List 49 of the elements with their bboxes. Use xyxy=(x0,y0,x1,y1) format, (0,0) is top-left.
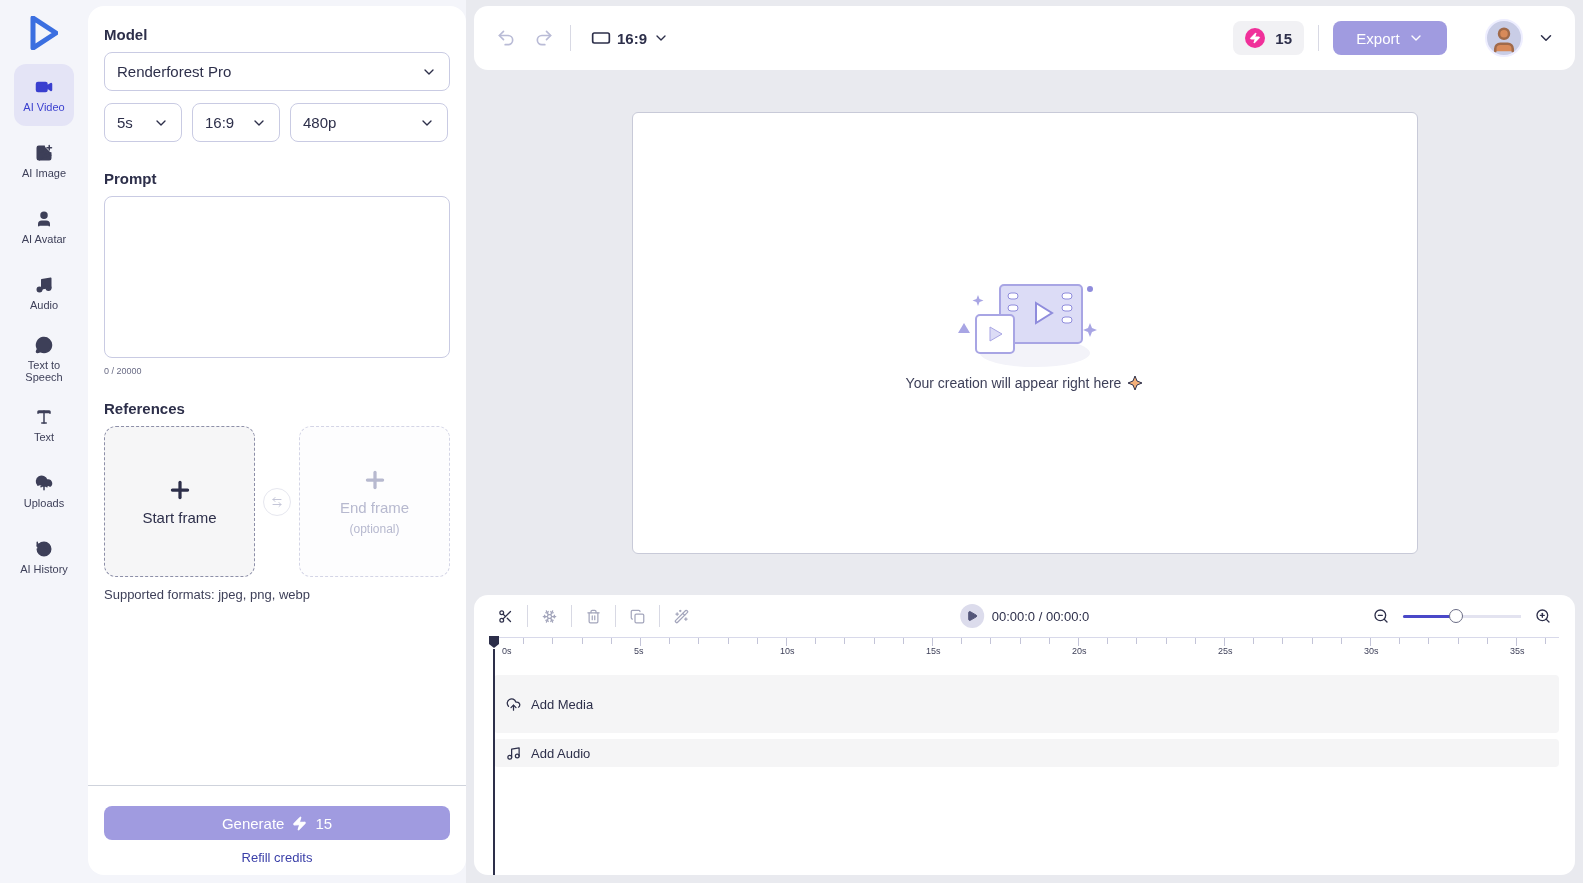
play-icon xyxy=(965,610,978,622)
aspect-ratio-button[interactable]: 16:9 xyxy=(585,27,676,49)
bolt-icon xyxy=(292,815,308,831)
model-select[interactable]: Renderforest Pro xyxy=(104,52,450,91)
sparkle-icon xyxy=(1127,374,1144,391)
credits-badge: 15 xyxy=(1233,21,1304,55)
resolution-select[interactable]: 480p xyxy=(290,103,448,142)
ruler-label: 5s xyxy=(634,646,644,656)
empty-message: Your creation will appear right here xyxy=(905,374,1122,391)
prompt-label: Prompt xyxy=(104,170,158,187)
logo-icon[interactable] xyxy=(30,16,58,50)
formats-note: Supported formats: jpeg, png, webp xyxy=(104,587,311,602)
ruler-label: 15s xyxy=(926,646,941,656)
sidebar-item[interactable]: AI Image xyxy=(14,130,74,192)
play-button[interactable] xyxy=(959,604,984,628)
ruler-label: 10s xyxy=(780,646,795,656)
duration-select[interactable]: 5s xyxy=(104,103,182,142)
ratio-select[interactable]: 16:9 xyxy=(192,103,280,142)
references-label: References xyxy=(104,400,186,417)
sidebar-item[interactable]: Audio xyxy=(14,262,74,324)
track-row[interactable]: Add Media xyxy=(494,675,1559,733)
refill-link[interactable]: Refill credits xyxy=(241,850,313,865)
model-label: Model xyxy=(104,26,149,43)
bolt-icon xyxy=(1245,28,1266,48)
music-note-icon xyxy=(35,275,53,294)
character-counter: 0 / 20000 xyxy=(104,366,143,376)
sidebar-item[interactable]: AI Video xyxy=(14,64,74,126)
ruler-label: 25s xyxy=(1218,646,1233,656)
sidebar-item[interactable]: AI History xyxy=(14,526,74,588)
sidebar-item[interactable]: Uploads xyxy=(14,460,74,522)
ruler-label: 30s xyxy=(1364,646,1379,656)
text-icon xyxy=(35,407,53,426)
ruler-label: 35s xyxy=(1510,646,1525,656)
person-icon xyxy=(35,209,53,228)
track-row[interactable]: Add Audio xyxy=(494,739,1559,767)
avatar[interactable] xyxy=(1485,19,1523,57)
music-note-icon xyxy=(506,745,521,761)
frame-upload-button[interactable]: Start frame xyxy=(104,426,255,577)
ruler-label: 20s xyxy=(1072,646,1087,656)
sidebar-item[interactable]: Text to Speech xyxy=(14,328,74,390)
cloud-upload-icon xyxy=(35,473,53,492)
speech-bubble-icon xyxy=(35,335,53,354)
time-display: 00:00:0 / 00:00:0 xyxy=(991,608,1090,624)
cloud-upload-icon xyxy=(506,696,521,712)
sidebar-item[interactable]: AI Avatar xyxy=(14,196,74,258)
ruler-label: 0s xyxy=(502,646,512,656)
sidebar-item[interactable]: Text xyxy=(14,394,74,456)
playhead-handle-icon[interactable] xyxy=(488,635,500,649)
prompt-field[interactable] xyxy=(104,196,450,358)
